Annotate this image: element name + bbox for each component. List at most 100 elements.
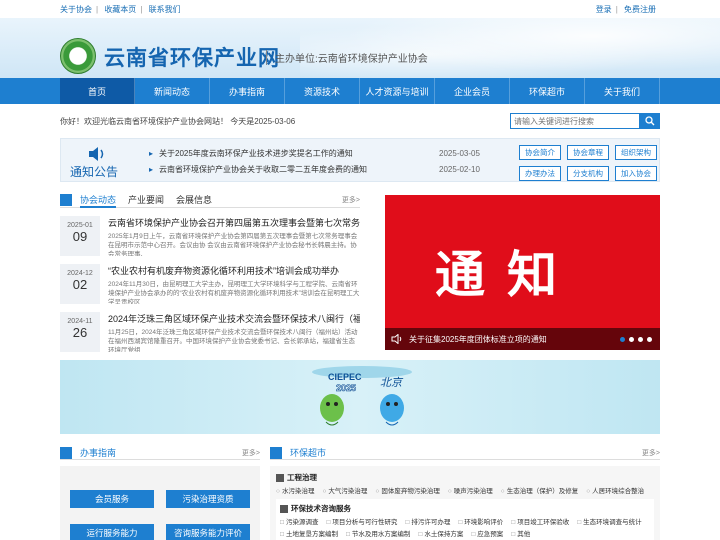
association-logo-icon[interactable] — [60, 38, 96, 74]
consulting-evaluation-button[interactable]: 咨询服务能力评价 — [166, 524, 250, 540]
list-item[interactable]: 污染源调查 — [280, 516, 319, 526]
slider-dot[interactable] — [638, 336, 643, 342]
list-item[interactable]: 人居环境综合整治 — [586, 485, 644, 495]
list-item[interactable]: 水污染治理 — [276, 485, 315, 495]
login-link[interactable]: 登录 — [596, 5, 612, 14]
nav-about[interactable]: 关于我们 — [585, 78, 660, 104]
header-banner: 云南省环保产业网 主办单位:云南省环境保护产业协会 — [0, 18, 720, 78]
list-item[interactable]: 项目竣工环保验收 — [511, 516, 569, 526]
bookmark-link[interactable]: 收藏本页 — [104, 5, 136, 14]
list-item[interactable]: 2024-11 26 2024年泛珠三角区域环保产业技术交流会暨环保技术八闽行（福… — [60, 312, 360, 352]
nav-resources[interactable]: 资源技术 — [285, 78, 360, 104]
notice-board: 通知公告 ▸ 关于2025年度云南环保产业技术进步奖提名工作的通知 2025-03-… — [60, 138, 660, 182]
search-button[interactable] — [640, 113, 660, 129]
speaker-icon — [391, 334, 402, 344]
news-title[interactable]: “农业农村有机废弃物资源化循环利用技术”培训会成功举办 — [108, 264, 360, 277]
list-item[interactable]: 固体废弃物污染治理 — [375, 485, 440, 495]
mart-title: 环保超市 — [290, 448, 327, 458]
list-item[interactable]: 土地复垦方案编制 — [280, 528, 338, 538]
play-icon — [270, 446, 282, 459]
slide-caption[interactable]: 关于征集2025年度团体标准立项的通知 — [385, 328, 660, 350]
news-tabs: 协会动态 产业要闻 会展信息 更多> — [60, 192, 360, 208]
list-item[interactable]: 项目分析与可行性研究 — [326, 516, 397, 526]
category-consulting: 环保技术咨询服务 — [280, 503, 650, 514]
play-icon — [60, 193, 72, 206]
list-item[interactable]: 排污许可办理 — [405, 516, 450, 526]
mart-section: 环保超市 更多> 工程治理 水污染治理 大气污染治理 固体废弃物污染治理 噪声污… — [270, 446, 660, 540]
register-link[interactable]: 免费注册 — [624, 5, 656, 14]
mart-more-link[interactable]: 更多> — [642, 448, 660, 458]
news-summary: 2024年11月30日，由昆明理工大学主办，昆明理工大学环境科学与工程学院、云南… — [108, 281, 360, 304]
list-item[interactable]: 生态环境调查与统计 — [577, 516, 642, 526]
date-box: 2024-11 26 — [60, 312, 100, 352]
list-item[interactable]: 2024-12 02 “农业农村有机废弃物资源化循环利用技术”培训会成功举办 202… — [60, 264, 360, 304]
slider-dot[interactable] — [647, 336, 652, 342]
quick-links: 协会简介 协会章程 组织架构 办理办法 分支机构 加入协会 — [519, 145, 657, 181]
about-link[interactable]: 关于协会 — [60, 5, 92, 14]
slider-dots — [620, 336, 652, 342]
search-input[interactable] — [510, 113, 640, 129]
nav-news[interactable]: 新闻动态 — [135, 78, 210, 104]
notice-label: 通知公告 — [69, 143, 119, 180]
list-item[interactable]: 2025-01 09 云南省环境保护产业协会召开第四届第五次理事会暨第七次常务理事… — [60, 216, 360, 256]
nav-guide[interactable]: 办事指南 — [210, 78, 285, 104]
list-item[interactable]: 环境影响评价 — [458, 516, 503, 526]
operation-capability-button[interactable]: 运行服务能力 — [70, 524, 154, 540]
top-bar: 关于协会 | 收藏本页 | 联系我们 登录 | 免费注册 — [0, 0, 720, 18]
link-procedure[interactable]: 办理办法 — [519, 166, 561, 181]
list-item[interactable]: 生态治理（保护）及修复 — [501, 485, 579, 495]
list-item[interactable]: 其他 — [511, 528, 530, 538]
link-charter[interactable]: 协会章程 — [567, 145, 609, 160]
news-title[interactable]: 2024年泛珠三角区域环保产业技术交流会暨环保技术八闽行（福州站... — [108, 312, 360, 325]
news-panel: 协会动态 产业要闻 会展信息 更多> 2025-01 09 云南省环境保护产业协会… — [60, 192, 360, 352]
nav-training[interactable]: 人才资源与培训 — [360, 78, 435, 104]
contact-link[interactable]: 联系我们 — [149, 5, 181, 14]
tab-association-news[interactable]: 协会动态 — [80, 192, 117, 208]
svg-text:CIEPEC: CIEPEC — [328, 372, 362, 382]
list-item[interactable]: 应急预案 — [471, 528, 503, 538]
news-title[interactable]: 云南省环境保护产业协会召开第四届第五次理事会暨第七次常务理事会 — [108, 216, 360, 229]
guide-section: 办事指南 更多> 会员服务 污染治理资质 运行服务能力 咨询服务能力评价 — [60, 446, 260, 540]
notice-list: ▸ 关于2025年度云南环保产业技术进步奖提名工作的通知 2025-03-05 ▸ 云… — [149, 145, 519, 177]
image-slider[interactable]: 通知 关于征集2025年度团体标准立项的通知 — [385, 195, 660, 350]
list-item[interactable]: 节水及用水方案编制 — [346, 528, 411, 538]
svg-text:2025: 2025 — [336, 383, 356, 393]
tab-industry-news[interactable]: 产业要闻 — [128, 192, 164, 208]
link-join[interactable]: 加入协会 — [615, 166, 657, 181]
host-organization: 主办单位:云南省环境保护产业协会 — [266, 50, 428, 65]
link-intro[interactable]: 协会简介 — [519, 145, 561, 160]
notice-item[interactable]: ▸ 关于2025年度云南环保产业技术进步奖提名工作的通知 2025-03-05 — [149, 145, 519, 161]
date-box: 2025-01 09 — [60, 216, 100, 256]
welcome-text: 你好！欢迎光临云南省环境保护产业协会网站！ 今天是2025-03-06 — [60, 116, 296, 126]
speaker-icon — [89, 147, 104, 161]
expo-banner-ad[interactable]: CIEPEC 2025 北京 — [60, 360, 660, 434]
category-icon — [276, 474, 284, 483]
notice-title: 通知公告 — [69, 165, 118, 179]
guide-more-link[interactable]: 更多> — [242, 448, 260, 458]
site-title[interactable]: 云南省环保产业网 — [104, 42, 280, 72]
news-more-link[interactable]: 更多> — [342, 195, 360, 205]
category-items: 污染源调查 项目分析与可行性研究 排污许可办理 环境影响评价 项目竣工环保验收 … — [280, 516, 650, 538]
list-item[interactable]: 水土保持方案 — [418, 528, 463, 538]
member-service-button[interactable]: 会员服务 — [70, 490, 154, 508]
nav-home[interactable]: 首页 — [60, 78, 135, 104]
category-items: 水污染治理 大气污染治理 固体废弃物污染治理 噪声污染治理 生态治理（保护）及修… — [276, 485, 654, 495]
welcome-row: 你好！欢迎光临云南省环境保护产业协会网站！ 今天是2025-03-06 — [60, 112, 660, 130]
slide-image-text: 通知 — [435, 246, 579, 304]
link-branches[interactable]: 分支机构 — [567, 166, 609, 181]
tab-exhibition[interactable]: 会展信息 — [176, 192, 212, 208]
notice-item[interactable]: ▸ 云南省环境保护产业协会关于收取二零二五年度会费的通知 2025-02-10 — [149, 161, 519, 177]
slider-dot[interactable] — [629, 336, 634, 342]
ciepec-mascot-icon: CIEPEC 2025 北京 — [312, 366, 412, 426]
link-structure[interactable]: 组织架构 — [615, 145, 657, 160]
news-summary: 2025年1月9日上午，云南省环境保护产业协会第四届第五次理事会暨第七次常务理事… — [108, 233, 358, 256]
list-item[interactable]: 大气污染治理 — [322, 485, 367, 495]
guide-title: 办事指南 — [80, 448, 117, 458]
pollution-qualification-button[interactable]: 污染治理资质 — [166, 490, 250, 508]
search-box — [510, 113, 660, 129]
main-nav: 首页 新闻动态 办事指南 资源技术 人才资源与培训 企业会员 环保超市 关于我们 — [0, 78, 720, 104]
nav-members[interactable]: 企业会员 — [435, 78, 510, 104]
list-item[interactable]: 噪声污染治理 — [448, 485, 493, 495]
nav-mart[interactable]: 环保超市 — [510, 78, 585, 104]
slider-dot[interactable] — [620, 336, 625, 342]
